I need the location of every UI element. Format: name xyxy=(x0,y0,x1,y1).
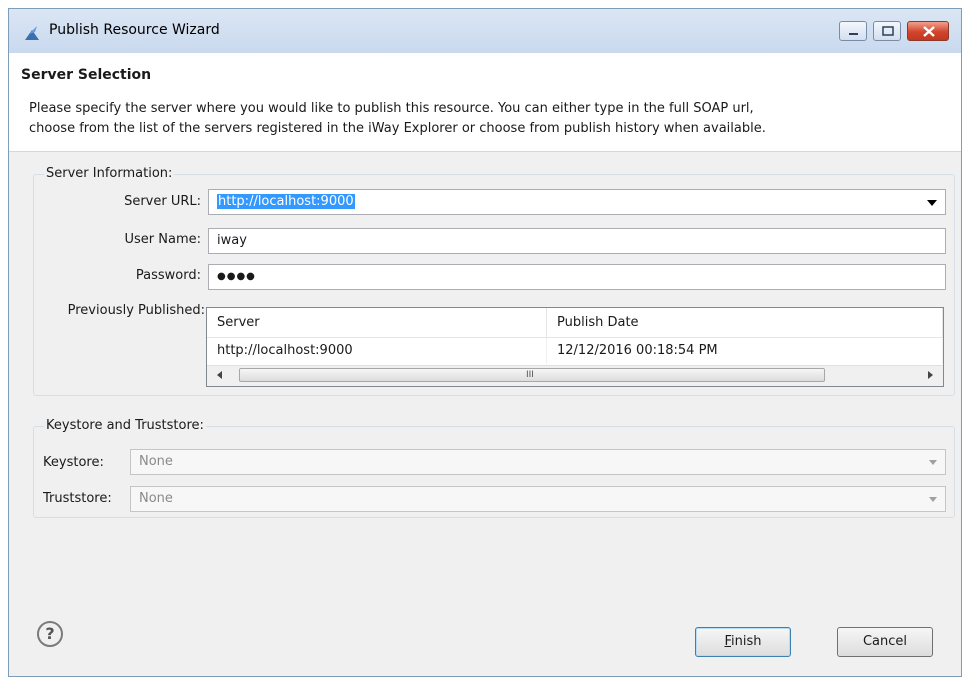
dropdown-arrow-icon[interactable] xyxy=(927,200,937,206)
scroll-right-arrow-icon[interactable] xyxy=(928,371,933,379)
password-label: Password: xyxy=(135,268,201,283)
cell-server: http://localhost:9000 xyxy=(207,338,547,364)
close-icon xyxy=(923,26,935,37)
truststore-select: None xyxy=(130,486,946,512)
description-line-2: choose from the list of the servers regi… xyxy=(29,121,766,136)
maximize-button[interactable] xyxy=(873,21,901,41)
user-name-input[interactable]: iway xyxy=(208,228,946,254)
minimize-icon xyxy=(849,33,858,35)
cancel-button[interactable]: Cancel xyxy=(837,627,933,657)
scrollbar-thumb[interactable]: III xyxy=(239,368,825,382)
chevron-down-icon xyxy=(929,460,937,465)
window-title: Publish Resource Wizard xyxy=(49,22,220,38)
column-header-publish-date[interactable]: Publish Date xyxy=(547,308,943,338)
wizard-app-icon xyxy=(23,24,41,42)
server-information-legend: Server Information: xyxy=(44,166,175,181)
cell-publish-date: 12/12/2016 00:18:54 PM xyxy=(547,338,943,364)
scrollbar-grip-icon: III xyxy=(526,370,534,380)
keystore-label: Keystore: xyxy=(43,455,104,470)
truststore-label: Truststore: xyxy=(43,491,112,506)
minimize-button[interactable] xyxy=(839,21,867,41)
user-name-label: User Name: xyxy=(124,232,202,247)
keystore-truststore-legend: Keystore and Truststore: xyxy=(44,418,206,433)
server-url-label: Server URL: xyxy=(124,194,201,209)
wizard-header: Server Selection Please specify the serv… xyxy=(9,53,961,152)
wizard-window: Publish Resource Wizard Server Selection… xyxy=(8,8,962,677)
publish-history-table: Server Publish Date http://localhost:900… xyxy=(206,307,944,387)
keystore-select: None xyxy=(130,449,946,475)
finish-button[interactable]: Finish xyxy=(695,627,791,657)
previously-published-label: Previously Published: xyxy=(67,303,205,318)
password-input[interactable]: ●●●● xyxy=(208,264,946,290)
truststore-value: None xyxy=(139,491,173,506)
server-url-combo[interactable]: http://localhost:9000 xyxy=(208,189,946,215)
horizontal-scrollbar[interactable]: III xyxy=(207,365,943,386)
page-title: Server Selection xyxy=(21,67,152,83)
keystore-value: None xyxy=(139,454,173,469)
server-url-value: http://localhost:9000 xyxy=(217,194,355,209)
title-bar: Publish Resource Wizard xyxy=(9,9,961,53)
chevron-down-icon xyxy=(929,497,937,502)
page-description: Please specify the server where you woul… xyxy=(29,99,909,139)
close-button[interactable] xyxy=(907,21,949,41)
maximize-icon xyxy=(882,26,894,36)
description-line-1: Please specify the server where you woul… xyxy=(29,101,754,116)
help-icon[interactable]: ? xyxy=(37,621,63,647)
scroll-left-arrow-icon[interactable] xyxy=(217,371,222,379)
column-header-server[interactable]: Server xyxy=(207,308,547,338)
finish-label: inish xyxy=(731,634,762,649)
